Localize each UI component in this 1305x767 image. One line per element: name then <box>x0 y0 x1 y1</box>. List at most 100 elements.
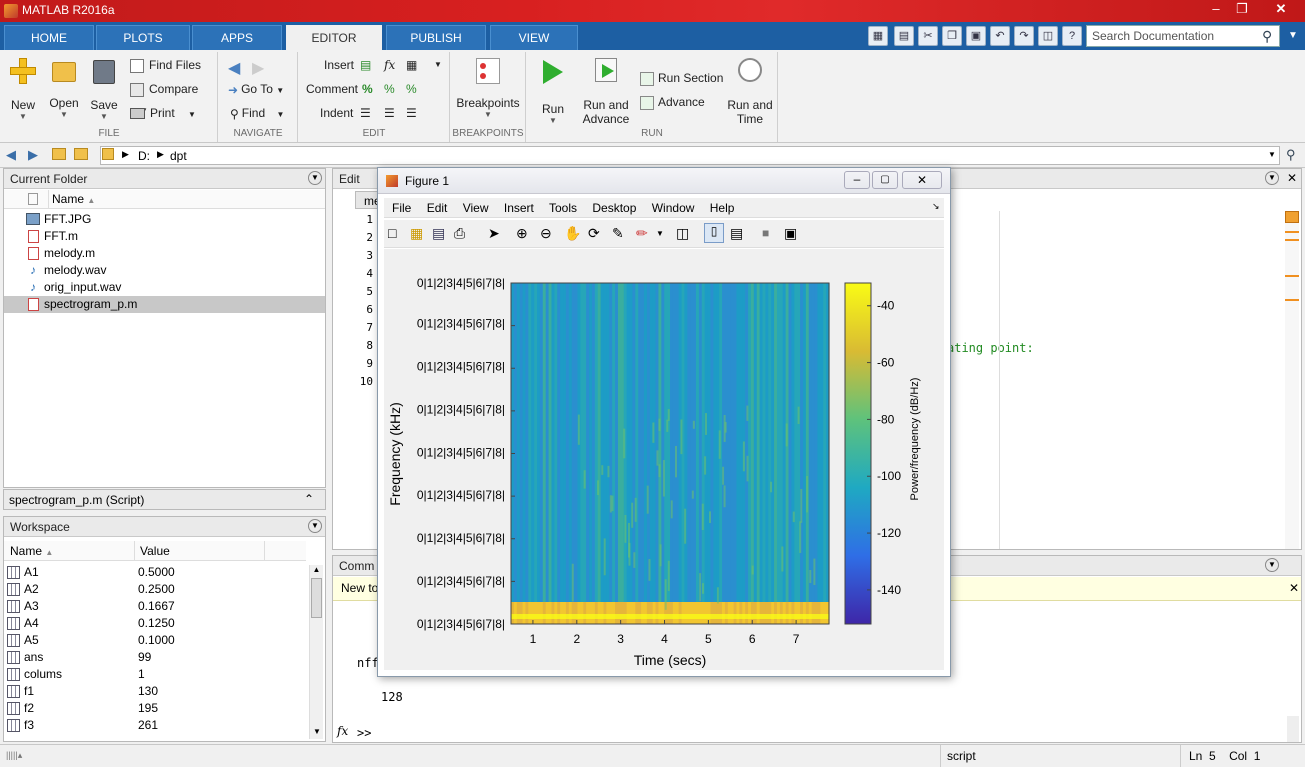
workspace-row[interactable]: f1 130 <box>4 683 306 700</box>
panel-menu-icon[interactable]: ▼ <box>308 171 322 185</box>
compare-button[interactable]: Compare ▼ <box>130 79 217 115</box>
file-row[interactable]: FFT.JPG <box>4 211 325 228</box>
run-button[interactable]: Run ▼ <box>534 56 572 125</box>
panel-menu-icon[interactable]: ▼ <box>1265 171 1279 185</box>
path-folder[interactable]: dpt <box>170 149 187 163</box>
scroll-up-icon[interactable]: ▲ <box>310 565 323 574</box>
run-and-time-button[interactable]: Run and Time <box>724 56 776 126</box>
zoom-out-icon[interactable]: ⊖ <box>540 225 552 242</box>
open-button[interactable]: Open ▼ <box>46 56 82 119</box>
pointer-icon[interactable]: ➤ <box>488 225 500 242</box>
command-scrollbar[interactable] <box>1287 716 1299 742</box>
value-column-header[interactable]: Value <box>140 544 170 558</box>
save-quick-icon[interactable]: ▤ <box>894 26 914 46</box>
figure-window[interactable]: Figure 1 – ▢ ✕ File Edit View Insert Too… <box>377 167 951 677</box>
run-and-advance-button[interactable]: Run and Advance <box>578 56 634 126</box>
panel-menu-icon[interactable]: ▼ <box>1265 558 1279 572</box>
menu-desktop[interactable]: Desktop <box>592 201 636 215</box>
tab-plots[interactable]: PLOTS <box>96 25 190 50</box>
workspace-row[interactable]: f3 261 <box>4 717 306 734</box>
file-row-selected[interactable]: spectrogram_p.m <box>4 296 325 313</box>
figure-close-icon[interactable]: ✕ <box>902 171 942 189</box>
search-icon[interactable]: ⚲ <box>1262 28 1272 45</box>
menu-help[interactable]: Help <box>710 201 735 215</box>
insert-section-icon[interactable]: ▤ <box>360 55 371 75</box>
forward-icon[interactable]: ▶ <box>28 147 38 163</box>
insert-dropdown-icon[interactable]: ▼ <box>434 55 442 75</box>
tab-home[interactable]: HOME <box>4 25 94 50</box>
switch-windows-icon[interactable]: ◫ <box>1038 26 1058 46</box>
find-files-button[interactable]: Find Files <box>130 55 201 75</box>
command-prompt[interactable]: >> <box>357 726 371 740</box>
file-row[interactable]: FFT.m <box>4 228 325 245</box>
search-documentation-input[interactable]: Search Documentation <box>1086 25 1280 47</box>
workspace-row[interactable]: A2 0.2500 <box>4 581 306 598</box>
help-icon[interactable]: ? <box>1062 26 1082 46</box>
uncomment-icon[interactable]: % <box>384 79 395 99</box>
new-button[interactable]: New ▼ <box>6 56 40 121</box>
goto-button[interactable]: ➜ Go To ▼ <box>228 79 284 99</box>
brush-icon[interactable]: ✏ <box>636 225 648 242</box>
paste-icon[interactable]: ▣ <box>966 26 986 46</box>
undo-icon[interactable]: ↶ <box>990 26 1010 46</box>
brush-dropdown-icon[interactable]: ▼ <box>656 229 664 238</box>
insert-function-icon[interactable]: ▦ <box>406 55 417 75</box>
menu-edit[interactable]: Edit <box>427 201 448 215</box>
rotate-3d-icon[interactable]: ⟳ <box>588 225 600 242</box>
file-row[interactable]: melody.m <box>4 245 325 262</box>
copy-icon[interactable]: ❐ <box>942 26 962 46</box>
decrease-indent-icon[interactable]: ☰ <box>406 103 417 123</box>
workspace-scrollbar[interactable]: ▲ ▼ <box>309 565 323 739</box>
save-figure-icon[interactable]: ▤ <box>432 225 445 242</box>
colorbar-toggle-icon[interactable]: ▯ <box>704 223 724 243</box>
run-section-button[interactable]: Run Section <box>640 68 723 88</box>
forward-arrow-icon[interactable]: ▶ <box>252 58 264 78</box>
figure-maximize-icon[interactable]: ▢ <box>872 171 898 189</box>
workspace-row[interactable]: A4 0.1250 <box>4 615 306 632</box>
menu-view[interactable]: View <box>463 201 489 215</box>
menu-window[interactable]: Window <box>652 201 695 215</box>
cut-icon[interactable]: ✂ <box>918 26 938 46</box>
zoom-in-icon[interactable]: ⊕ <box>516 225 528 242</box>
minimize-icon[interactable]: – <box>1203 0 1229 20</box>
link-plot-icon[interactable]: ◫ <box>676 225 689 242</box>
smart-indent-icon[interactable]: ☰ <box>360 103 371 123</box>
workspace-row[interactable]: A5 0.1000 <box>4 632 306 649</box>
print-figure-icon[interactable]: ⎙ <box>454 225 465 242</box>
name-column-header[interactable]: Name ▲ <box>10 544 53 558</box>
data-cursor-icon[interactable]: ✎ <box>612 225 624 242</box>
wrap-comments-icon[interactable]: % <box>406 79 417 99</box>
menu-tools[interactable]: Tools <box>549 201 577 215</box>
print-button[interactable]: Print ▼ <box>130 103 196 123</box>
redo-icon[interactable]: ↷ <box>1014 26 1034 46</box>
scroll-thumb[interactable] <box>311 578 322 618</box>
menu-file[interactable]: File <box>392 201 411 215</box>
menubar-overflow-icon[interactable]: ↘ <box>932 201 940 212</box>
figure-minimize-icon[interactable]: – <box>844 171 870 189</box>
fx-icon[interactable]: fx <box>384 55 395 75</box>
maximize-icon[interactable]: ❐ <box>1229 0 1255 20</box>
workspace-row[interactable]: f2 195 <box>4 700 306 717</box>
workspace-row[interactable]: A1 0.5000 <box>4 564 306 581</box>
back-icon[interactable]: ◀ <box>6 147 16 163</box>
save-button[interactable]: Save ▼ <box>86 56 122 121</box>
tab-view[interactable]: VIEW <box>490 25 578 50</box>
search-folder-icon[interactable]: ⚲ <box>1286 147 1296 163</box>
scroll-down-icon[interactable]: ▼ <box>310 727 324 736</box>
tab-editor[interactable]: EDITOR <box>286 25 382 50</box>
close-editor-icon[interactable]: ✕ <box>1287 171 1297 185</box>
pan-hand-icon[interactable]: ✋ <box>564 225 581 242</box>
show-plot-tools-icon[interactable]: ▣ <box>784 225 797 242</box>
menu-insert[interactable]: Insert <box>504 201 534 215</box>
open-file-icon[interactable]: ▦ <box>410 225 423 242</box>
browse-folder-icon[interactable] <box>74 148 88 160</box>
shortcut-icon[interactable]: ▦ <box>868 26 888 46</box>
workspace-row[interactable]: colums 1 <box>4 666 306 683</box>
tab-publish[interactable]: PUBLISH <box>386 25 486 50</box>
path-input[interactable] <box>100 146 1280 165</box>
comment-icon[interactable]: % <box>362 79 373 99</box>
back-arrow-icon[interactable]: ◀ <box>228 58 240 78</box>
increase-indent-icon[interactable]: ☰ <box>384 103 395 123</box>
breakpoints-button[interactable]: Breakpoints ▼ <box>456 56 520 119</box>
panel-menu-icon[interactable]: ▼ <box>308 519 322 533</box>
